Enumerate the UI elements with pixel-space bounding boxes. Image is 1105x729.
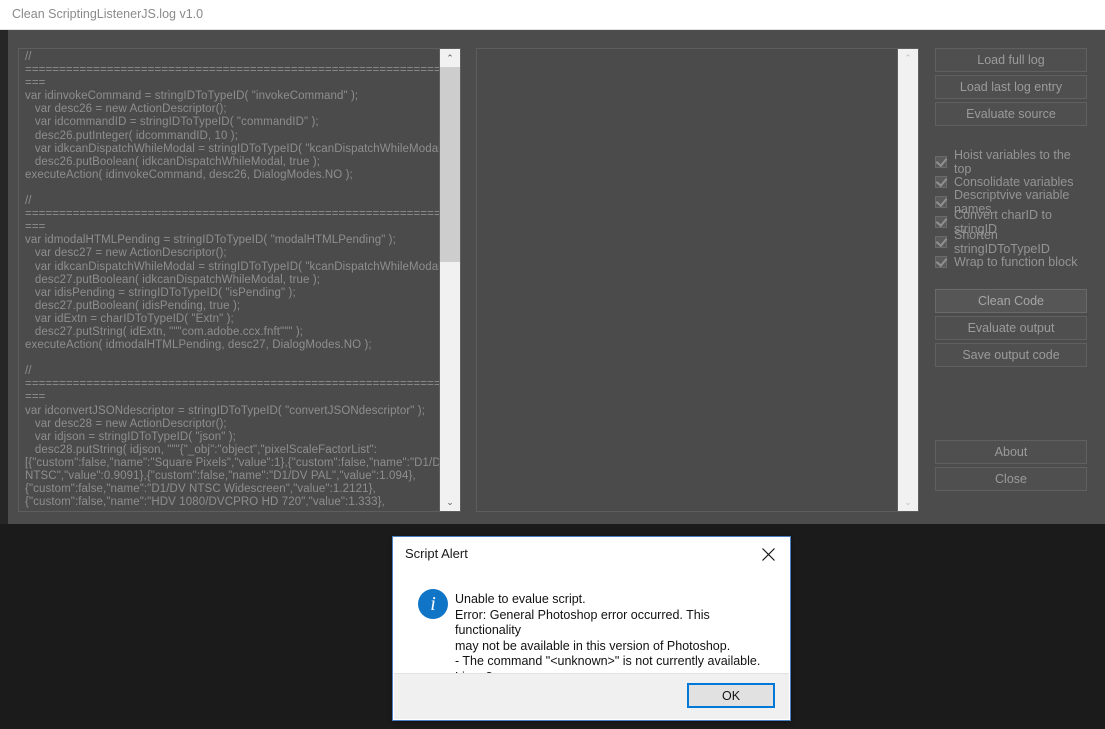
check-icon <box>935 234 948 248</box>
page-title: Clean ScriptingListenerJS.log v1.0 <box>12 7 204 21</box>
button-label: Evaluate source <box>966 107 1056 121</box>
dialog-footer: OK <box>394 673 789 719</box>
clean-code-button[interactable]: Clean Code <box>935 289 1087 313</box>
wrap-to-function-block-checkbox[interactable]: Wrap to function block <box>935 252 1087 272</box>
button-label: About <box>994 445 1028 459</box>
button-label: Load last log entry <box>959 80 1063 94</box>
application-window: Clean ScriptingListenerJS.log v1.0 // ==… <box>0 0 1105 524</box>
load-last-log-entry-button[interactable]: Load last log entry <box>935 75 1087 99</box>
window-title-bar: Clean ScriptingListenerJS.log v1.0 <box>0 0 1105 30</box>
check-icon <box>935 214 948 228</box>
button-label: Save output code <box>962 348 1060 362</box>
dialog-title: Script Alert <box>405 546 468 561</box>
checkbox-label: Shorten stringIDToTypeID <box>954 228 1050 256</box>
checkbox-label: Consolidate variables <box>954 175 1074 189</box>
load-full-log-button[interactable]: Load full log <box>935 48 1087 72</box>
checkbox-label: Hoist variables to the top <box>954 148 1071 176</box>
evaluate-output-button[interactable]: Evaluate output <box>935 316 1087 340</box>
scroll-down-icon[interactable]: ⌄ <box>898 493 918 511</box>
dialog-message: Unable to evalue script. Error: General … <box>455 592 761 684</box>
about-button[interactable]: About <box>935 440 1087 464</box>
output-code-pane[interactable]: ⌃ ⌄ <box>476 48 919 512</box>
check-icon <box>935 254 948 268</box>
script-alert-dialog: Script Alert i Unable to evalue script. … <box>392 536 791 721</box>
checkbox-box[interactable] <box>935 234 948 248</box>
save-output-code-button[interactable]: Save output code <box>935 343 1087 367</box>
hoist-variables-checkbox[interactable]: Hoist variables to the top <box>935 148 1087 176</box>
info-icon: i <box>418 589 448 619</box>
scrollbar-thumb[interactable] <box>440 67 460 262</box>
checkbox-box[interactable] <box>935 194 948 208</box>
button-label: OK <box>721 688 741 703</box>
source-code-text: // =====================================… <box>25 51 460 509</box>
checkbox-box[interactable] <box>935 154 948 168</box>
scroll-up-icon[interactable]: ⌃ <box>440 49 460 67</box>
side-control-panel: Load full log Load last log entry Evalua… <box>935 48 1087 512</box>
button-label: Load full log <box>977 53 1045 67</box>
checkbox-box[interactable] <box>935 254 948 268</box>
source-pane-scrollbar[interactable]: ⌃ ⌄ <box>439 49 460 511</box>
check-icon <box>935 174 948 188</box>
info-icon-glyph: i <box>430 592 436 615</box>
application-body: // =====================================… <box>0 30 1105 524</box>
output-pane-scrollbar[interactable]: ⌃ ⌄ <box>897 49 918 511</box>
button-label: Evaluate output <box>967 321 1055 335</box>
button-label: Close <box>995 472 1027 486</box>
dialog-title-bar: Script Alert <box>393 537 790 573</box>
close-button[interactable]: Close <box>935 467 1087 491</box>
source-code-pane[interactable]: // =====================================… <box>18 48 461 512</box>
scroll-up-icon[interactable]: ⌃ <box>898 49 918 67</box>
checkbox-box[interactable] <box>935 214 948 228</box>
scroll-down-icon[interactable]: ⌄ <box>440 493 460 511</box>
shorten-stringidtotypeid-checkbox[interactable]: Shorten stringIDToTypeID <box>935 228 1087 256</box>
checkbox-box[interactable] <box>935 174 948 188</box>
evaluate-source-button[interactable]: Evaluate source <box>935 102 1087 126</box>
check-icon <box>935 154 948 168</box>
ok-button[interactable]: OK <box>687 683 775 708</box>
close-icon[interactable] <box>746 537 790 571</box>
checkbox-label: Wrap to function block <box>954 255 1078 269</box>
button-label: Clean Code <box>977 294 1044 308</box>
check-icon <box>935 194 948 208</box>
